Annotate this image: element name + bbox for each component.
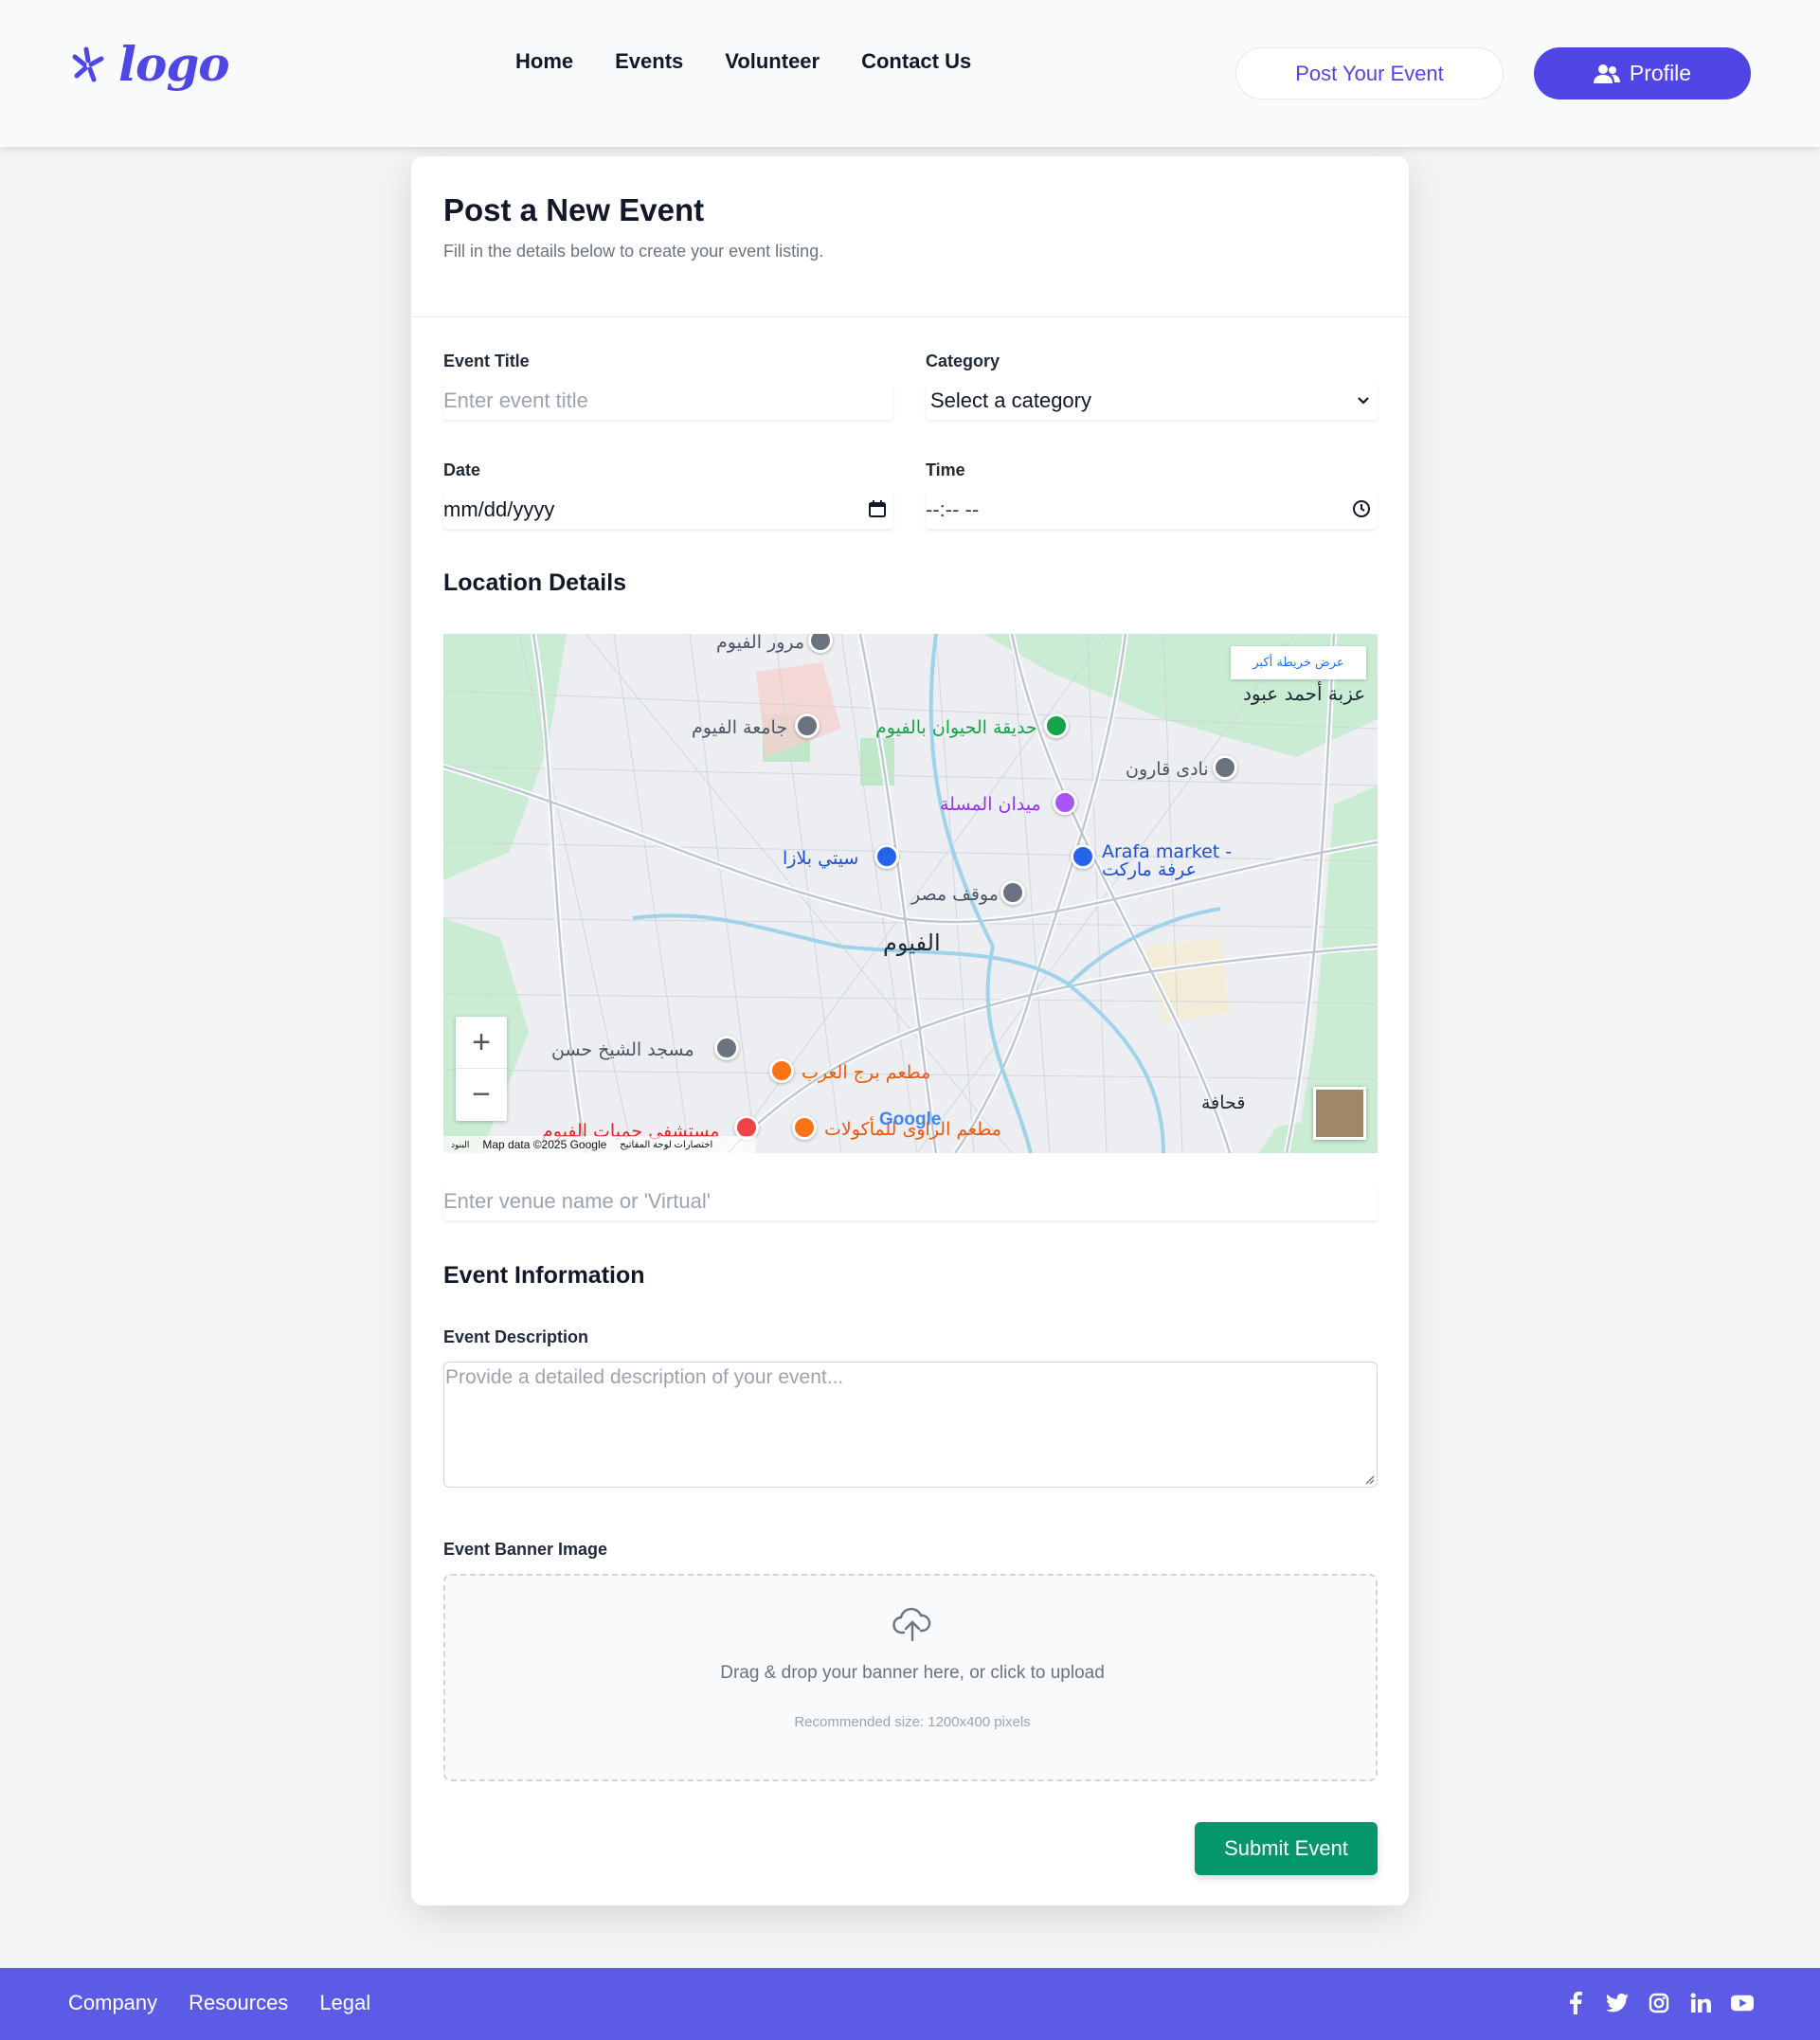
nav-volunteer[interactable]: Volunteer — [725, 49, 820, 74]
time-input[interactable]: --:-- -- — [926, 491, 1378, 529]
map-label-qahafa: قحافة — [1201, 1092, 1246, 1113]
post-event-card: Post a New Event Fill in the details bel… — [411, 156, 1409, 1905]
map-label-zoo: حديقة الحيوان بالفيوم — [875, 717, 1037, 738]
submit-event-button[interactable]: Submit Event — [1195, 1822, 1378, 1875]
nav-events[interactable]: Events — [615, 49, 683, 74]
map-pin-rawy[interactable] — [792, 1115, 817, 1140]
map-label-midan: ميدان المسلة — [940, 794, 1041, 815]
date-value: mm/dd/yyyy — [443, 497, 555, 521]
footer-link-company[interactable]: Company — [68, 1991, 157, 2015]
map-pin-mawqif[interactable] — [1000, 880, 1025, 905]
map-pin-burg[interactable] — [769, 1058, 794, 1083]
facebook-icon[interactable] — [1564, 1991, 1587, 2015]
main-nav: Home Events Volunteer Contact Us — [515, 49, 971, 74]
footer-nav: Company Resources Legal — [68, 1991, 370, 2015]
clock-icon[interactable] — [1351, 498, 1372, 519]
map-label-burg: مطعم برج العرب — [802, 1062, 931, 1083]
youtube-icon[interactable] — [1731, 1991, 1754, 2015]
date-input[interactable]: mm/dd/yyyy — [443, 491, 893, 529]
card-header: Post a New Event Fill in the details bel… — [411, 156, 1409, 317]
social-links — [1564, 1991, 1754, 2015]
map-label-mawqif: موقف مصر — [911, 884, 999, 905]
profile-button[interactable]: Profile — [1534, 47, 1751, 99]
view-larger-map-link[interactable]: عرض خريطة أكبر — [1231, 646, 1366, 679]
banner-drop-text: Drag & drop your banner here, or click t… — [720, 1663, 1105, 1683]
category-label: Category — [926, 352, 1000, 370]
map-pin-nadi[interactable] — [1213, 755, 1237, 780]
calendar-icon[interactable] — [867, 498, 888, 519]
google-logo: Google — [879, 1110, 942, 1129]
profile-label: Profile — [1629, 61, 1692, 85]
map-label-city: الفيوم — [883, 930, 941, 956]
category-value: Select a category — [930, 388, 1091, 412]
map-label-masjid: مسجد الشيخ حسن — [551, 1039, 694, 1060]
map-attribution: Map data ©2025 Google — [482, 1138, 607, 1151]
map-label-nadi: نادى قارون — [1126, 759, 1209, 780]
users-icon — [1593, 63, 1620, 83]
logo-text: logo — [118, 36, 230, 92]
map-attribution-bar: البنود Map data ©2025 Google اختصارات لو… — [443, 1136, 756, 1153]
site-header: logo Home Events Volunteer Contact Us Po… — [0, 0, 1820, 147]
instagram-icon[interactable] — [1648, 1991, 1670, 2015]
map-pin-university[interactable] — [795, 713, 820, 738]
site-footer: Company Resources Legal — [0, 1968, 1820, 2040]
cloud-upload-icon — [892, 1607, 931, 1642]
event-description-label: Event Description — [443, 1327, 589, 1346]
event-title-input[interactable]: Enter event title — [443, 382, 893, 420]
map-pin-midan[interactable] — [1053, 790, 1077, 815]
description-placeholder: Provide a detailed description of your e… — [445, 1366, 844, 1388]
event-title-placeholder: Enter event title — [443, 388, 588, 412]
logo-icon — [72, 46, 104, 81]
footer-link-resources[interactable]: Resources — [189, 1991, 288, 2015]
map-pin-masjid[interactable] — [714, 1036, 739, 1060]
time-label: Time — [926, 460, 965, 479]
zoom-in-button[interactable]: + — [456, 1017, 507, 1069]
twitter-icon[interactable] — [1606, 1991, 1629, 2015]
map-label-city-plaza: سيتي بلازا — [783, 848, 859, 869]
venue-placeholder: Enter venue name or 'Virtual' — [443, 1189, 711, 1213]
logo[interactable]: logo — [71, 36, 230, 92]
chevron-down-icon — [1358, 397, 1369, 405]
map-terms[interactable]: البنود — [451, 1140, 469, 1150]
nav-home[interactable]: Home — [515, 49, 573, 74]
date-label: Date — [443, 460, 481, 479]
location-heading: Location Details — [443, 569, 627, 596]
zoom-controls: + − — [456, 1017, 507, 1121]
page-subtitle: Fill in the details below to create your… — [443, 242, 824, 261]
map-pin-arafa[interactable] — [1071, 844, 1095, 869]
event-description-textarea[interactable]: Provide a detailed description of your e… — [443, 1362, 1378, 1488]
map-label-arafa-ar: عرفة ماركت — [1102, 859, 1197, 880]
page-title: Post a New Event — [443, 192, 705, 227]
banner-upload-dropzone[interactable]: Drag & drop your banner here, or click t… — [443, 1574, 1378, 1781]
resize-handle-icon[interactable] — [1363, 1473, 1375, 1485]
event-information-heading: Event Information — [443, 1262, 645, 1289]
map-label-muroor: مرور الفيوم — [716, 634, 805, 653]
footer-link-legal[interactable]: Legal — [319, 1991, 370, 2015]
banner-hint: Recommended size: 1200x400 pixels — [794, 1714, 1031, 1730]
venue-input[interactable]: Enter venue name or 'Virtual' — [443, 1182, 1378, 1220]
map-pin-zoo[interactable] — [1044, 713, 1069, 738]
map-pin-city-plaza[interactable] — [874, 844, 899, 869]
post-your-event-button[interactable]: Post Your Event — [1235, 47, 1504, 99]
linkedin-icon[interactable] — [1689, 1991, 1712, 2015]
map-shortcuts[interactable]: اختصارات لوحة المفاتيح — [620, 1140, 712, 1150]
satellite-toggle[interactable] — [1313, 1087, 1366, 1140]
map-label-university: جامعة الفيوم — [692, 717, 788, 738]
zoom-out-button[interactable]: − — [456, 1069, 507, 1121]
nav-contact-us[interactable]: Contact Us — [861, 49, 971, 74]
category-select[interactable]: Select a category — [926, 382, 1378, 420]
time-value: --:-- -- — [926, 497, 980, 521]
event-banner-label: Event Banner Image — [443, 1540, 608, 1559]
event-title-label: Event Title — [443, 352, 530, 370]
map-label-ezbet: عزبة أحمد عبود — [1243, 682, 1366, 705]
location-map[interactable]: مرور الفيوم جامعة الفيوم حديقة الحيوان ب… — [443, 634, 1378, 1153]
